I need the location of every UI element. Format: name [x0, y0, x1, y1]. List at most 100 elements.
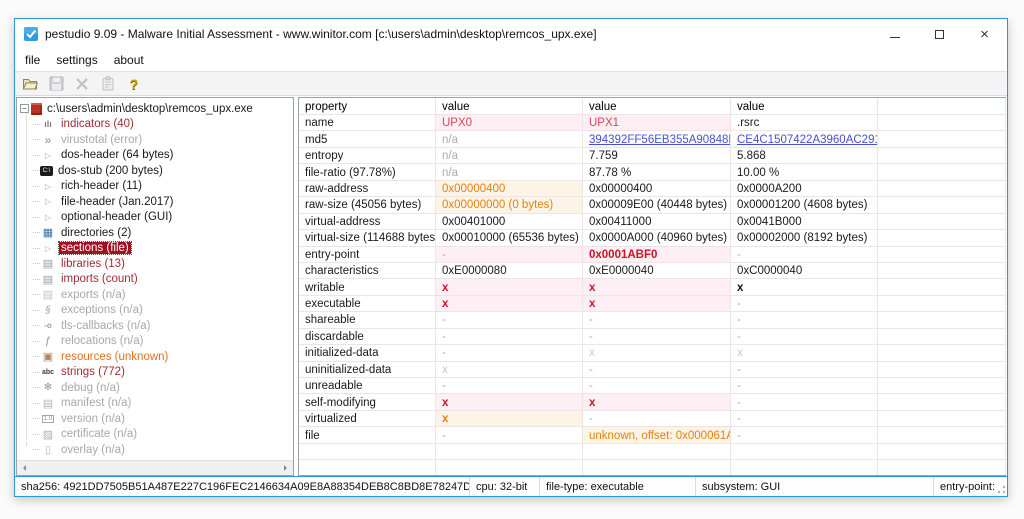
- column-header-value-2[interactable]: value: [583, 98, 731, 115]
- menu-item-file[interactable]: file: [17, 51, 48, 69]
- tree-item-certificate[interactable]: certificate (n/a): [19, 427, 293, 443]
- tree-connector: [33, 403, 40, 404]
- filler-cell: [878, 115, 1006, 131]
- menu-item-settings[interactable]: settings: [48, 51, 105, 69]
- tree-item-virustotal[interactable]: virustotal (error): [19, 132, 293, 148]
- property-cell: writable: [299, 279, 436, 295]
- tree-item-dos-header[interactable]: dos-header (64 bytes): [19, 148, 293, 164]
- table-row: unreadable---: [299, 378, 1006, 394]
- table-row: file-ratio (97.78%)n/a87.78 %10.00 %: [299, 164, 1006, 180]
- value-cell: 87.78 %: [583, 164, 731, 180]
- column-header-value-1[interactable]: value: [436, 98, 583, 115]
- debug-icon: [40, 381, 56, 394]
- value-cell: 0x00401000: [436, 214, 583, 230]
- tree-item-debug[interactable]: debug (n/a): [19, 380, 293, 396]
- property-cell: md5: [299, 131, 436, 147]
- filler-cell: [878, 312, 1006, 328]
- property-cell: discardable: [299, 329, 436, 345]
- tree-item-strings[interactable]: strings (772): [19, 365, 293, 381]
- tree-item-exceptions[interactable]: exceptions (n/a): [19, 303, 293, 319]
- resize-grip[interactable]: [995, 477, 1007, 496]
- value-cell: x: [436, 296, 583, 312]
- tree-item-version[interactable]: version (n/a): [19, 411, 293, 427]
- table-row: self-modifyingxx-: [299, 394, 1006, 410]
- property-cell: virtual-address: [299, 214, 436, 230]
- tree-item-optional-header[interactable]: optional-header (GUI): [19, 210, 293, 226]
- value-cell: 0xE0000080: [436, 263, 583, 279]
- property-cell: virtualized: [299, 411, 436, 427]
- close-icon: ×: [980, 27, 989, 42]
- property-cell: raw-address: [299, 181, 436, 197]
- tree-item-file-header[interactable]: file-header (Jan.2017): [19, 194, 293, 210]
- close-file-button[interactable]: [71, 73, 93, 94]
- tree-item-overlay[interactable]: overlay (n/a): [19, 442, 293, 458]
- md5-link-cell[interactable]: 394392FF56EB355A90848BD...: [583, 131, 731, 147]
- value-cell: [583, 444, 731, 460]
- value-cell: x: [731, 279, 878, 295]
- value-cell: x: [583, 394, 731, 410]
- tree-item-label: file-header (Jan.2017): [59, 196, 176, 208]
- value-cell: 0x0041B000: [731, 214, 878, 230]
- tree-item-indicators[interactable]: indicators (40): [19, 117, 293, 133]
- scroll-right-arrow-icon[interactable]: [279, 461, 293, 475]
- close-button[interactable]: ×: [962, 19, 1007, 49]
- tree-connector: [33, 232, 40, 233]
- tree-item-imports[interactable]: imports (count): [19, 272, 293, 288]
- strings-icon: [40, 366, 56, 379]
- menu-bar: filesettingsabout: [15, 49, 1007, 71]
- tree-connector: [33, 155, 40, 156]
- filler-cell: [878, 296, 1006, 312]
- help-button[interactable]: ?: [123, 73, 145, 94]
- value-cell: 0x00002000 (8192 bytes): [731, 230, 878, 246]
- md5-link-cell[interactable]: CE4C1507422A3960AC29103...: [731, 131, 878, 147]
- table-row: [299, 460, 1006, 476]
- maximize-button[interactable]: [917, 19, 962, 49]
- tree-root-label: c:\users\admin\desktop\remcos_upx.exe: [45, 103, 255, 115]
- tree-item-directories[interactable]: directories (2): [19, 225, 293, 241]
- menu-item-about[interactable]: about: [106, 51, 152, 69]
- tree-item-exports[interactable]: exports (n/a): [19, 287, 293, 303]
- navigation-tree-panel: − c:\users\admin\desktop\remcos_upx.exein…: [16, 97, 294, 476]
- tree-item-tls-callbacks[interactable]: tls-callbacks (n/a): [19, 318, 293, 334]
- property-cell: executable: [299, 296, 436, 312]
- tree-root-item[interactable]: − c:\users\admin\desktop\remcos_upx.exe: [19, 101, 293, 117]
- window-title: pestudio 9.09 - Malware Initial Assessme…: [45, 27, 597, 41]
- tree-item-dos-stub[interactable]: dos-stub (200 bytes): [19, 163, 293, 179]
- tree-item-manifest[interactable]: manifest (n/a): [19, 396, 293, 412]
- table-row: characteristics0xE00000800xE00000400xC00…: [299, 263, 1006, 279]
- value-cell: 0x00010000 (65536 bytes): [436, 230, 583, 246]
- scroll-left-arrow-icon[interactable]: [17, 461, 31, 475]
- filler-cell: [878, 247, 1006, 263]
- imports-icon: [40, 273, 56, 286]
- tree-item-relocations[interactable]: relocations (n/a): [19, 334, 293, 350]
- chevron-icon: [40, 149, 56, 162]
- value-cell: x: [583, 279, 731, 295]
- value-cell: 0x00001200 (4608 bytes): [731, 197, 878, 213]
- table-row: shareable---: [299, 312, 1006, 328]
- tree-item-rich-header[interactable]: rich-header (11): [19, 179, 293, 195]
- table-row: discardable---: [299, 329, 1006, 345]
- column-header-property[interactable]: property: [299, 98, 436, 115]
- tree-item-label: certificate (n/a): [59, 428, 139, 440]
- tree-item-label: strings (772): [59, 366, 127, 378]
- navigation-tree: − c:\users\admin\desktop\remcos_upx.exein…: [17, 98, 293, 460]
- column-header-value-3[interactable]: value: [731, 98, 878, 115]
- tree-horizontal-scrollbar[interactable]: [17, 460, 293, 475]
- title-bar[interactable]: pestudio 9.09 - Malware Initial Assessme…: [15, 19, 1007, 49]
- tree-item-libraries[interactable]: libraries (13): [19, 256, 293, 272]
- tree-connector: [33, 294, 40, 295]
- property-cell: uninitialized-data: [299, 362, 436, 378]
- open-file-button[interactable]: [19, 73, 41, 94]
- collapse-toggle[interactable]: −: [20, 104, 29, 113]
- minimize-button[interactable]: [872, 19, 917, 49]
- tree-item-resources[interactable]: resources (unknown): [19, 349, 293, 365]
- property-cell: shareable: [299, 312, 436, 328]
- save-button[interactable]: [45, 73, 67, 94]
- status-bar: sha256: 4921DD7505B51A487E227C196FEC2146…: [15, 476, 1007, 496]
- copy-button[interactable]: [97, 73, 119, 94]
- tree-item-sections[interactable]: sections (file): [19, 241, 293, 257]
- window-controls: ×: [872, 19, 1007, 49]
- value-cell: 10.00 %: [731, 164, 878, 180]
- value-cell: 0xE0000040: [583, 263, 731, 279]
- console-icon: [40, 166, 53, 176]
